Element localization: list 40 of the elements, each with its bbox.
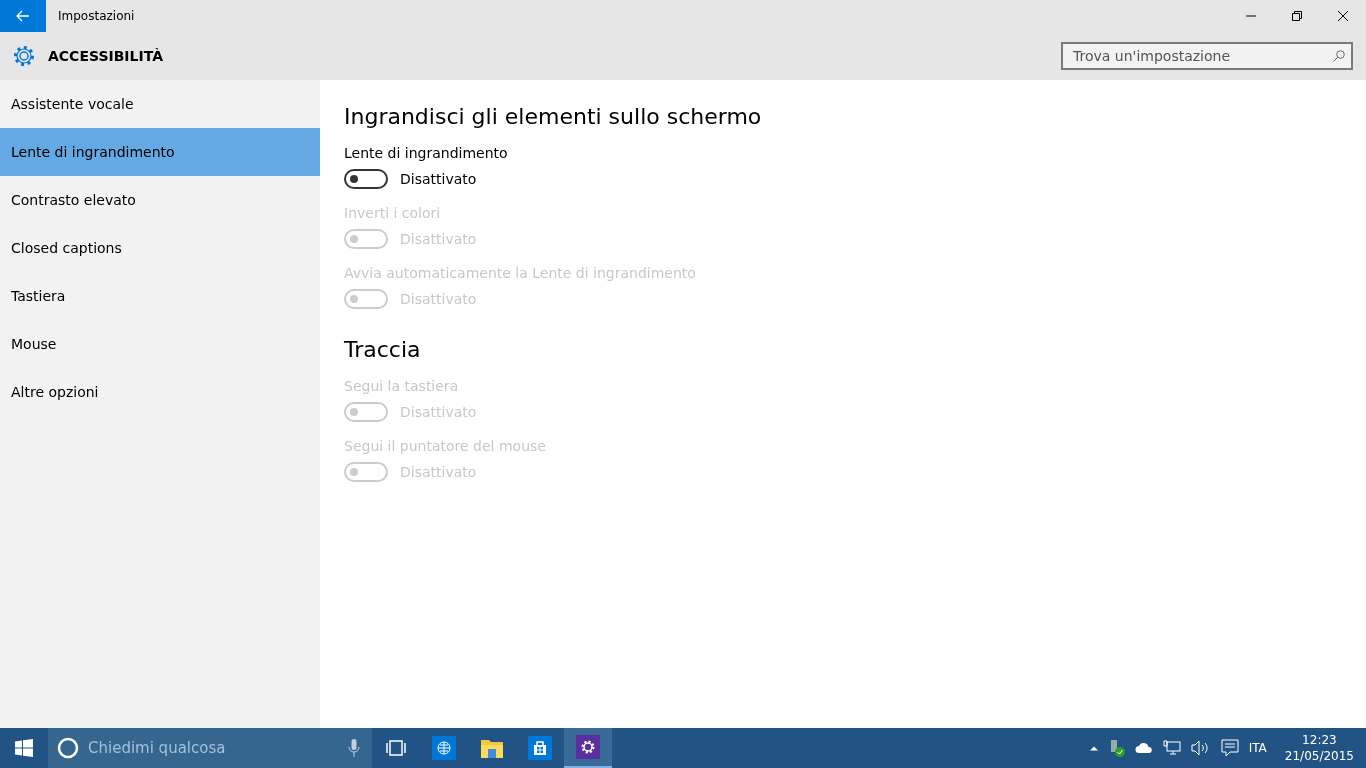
- search-field[interactable]: Trova un'impostazione: [1061, 42, 1353, 70]
- clock-time[interactable]: 12:23: [1302, 732, 1337, 748]
- search-icon: [1333, 50, 1345, 62]
- sidebar-item[interactable]: Closed captions: [0, 224, 320, 272]
- task-view-icon: [385, 740, 407, 756]
- taskbar-search-field[interactable]: Chiedimi qualcosa: [48, 728, 372, 768]
- microphone-icon: [348, 738, 360, 758]
- chevron-up-icon[interactable]: [1088, 745, 1099, 751]
- windows-icon: [15, 739, 33, 757]
- network-icon[interactable]: [1162, 740, 1181, 756]
- circle-icon: [57, 737, 79, 759]
- shopping-bag-icon: [528, 736, 552, 760]
- back-arrow-icon: [16, 10, 30, 22]
- sidebar-item[interactable]: Contrasto elevato: [0, 176, 320, 224]
- settings-icon: [576, 735, 600, 759]
- notification-icon[interactable]: [1220, 739, 1239, 757]
- toggle-state: Disattivato: [400, 171, 477, 187]
- sidebar-item[interactable]: Altre opzioni: [0, 368, 320, 416]
- language-indicator[interactable]: ITA: [1248, 741, 1267, 755]
- setting-label: Lente di ingrandimento: [344, 145, 508, 161]
- section-heading: Traccia: [344, 337, 422, 362]
- back-button[interactable]: [0, 0, 46, 32]
- restore-icon: [1292, 11, 1302, 21]
- page-title: ACCESSIBILITÀ: [48, 48, 164, 64]
- section-heading: Ingrandisci gli elementi sullo schermo: [344, 104, 763, 129]
- cloud-icon[interactable]: [1134, 742, 1153, 754]
- close-icon: [1338, 11, 1348, 21]
- sidebar-item[interactable]: Assistente vocale: [0, 80, 320, 128]
- folder-icon: [480, 737, 504, 759]
- clock-date[interactable]: 21/05/2015: [1284, 748, 1354, 764]
- window-title: Impostazioni: [58, 9, 136, 23]
- toggle-switch[interactable]: [344, 169, 388, 189]
- globe-icon: [432, 736, 456, 760]
- sidebar-item[interactable]: Mouse: [0, 320, 320, 368]
- speaker-icon[interactable]: [1190, 740, 1211, 756]
- sidebar-item[interactable]: Lente di ingrandimento: [0, 128, 320, 176]
- usb-check-icon[interactable]: [1108, 739, 1125, 757]
- settings-icon: [12, 44, 36, 68]
- sidebar-item[interactable]: Tastiera: [0, 272, 320, 320]
- taskbar-app-button[interactable]: [564, 728, 612, 768]
